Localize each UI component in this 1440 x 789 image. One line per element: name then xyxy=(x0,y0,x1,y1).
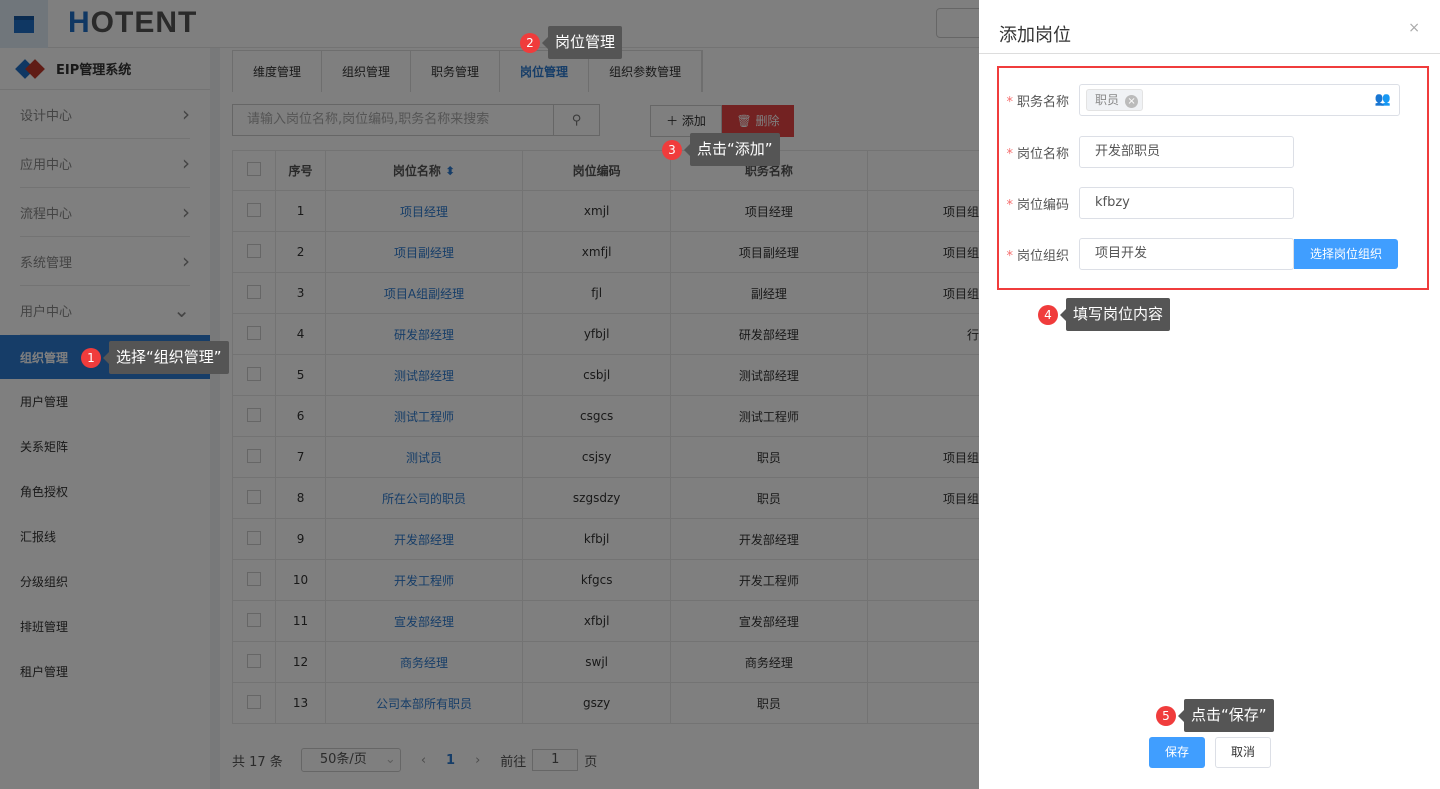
callout-text: 岗位管理 xyxy=(541,26,623,59)
callout-4: 4 填写岗位内容 xyxy=(1038,298,1171,331)
callout-3: 3 点击“添加” xyxy=(662,133,780,166)
callout-1: 1 选择“组织管理” xyxy=(81,341,229,374)
job-tag-label: 职员 xyxy=(1095,93,1120,107)
job-title-input[interactable]: 职员 × 👥 xyxy=(1079,84,1400,116)
close-icon[interactable]: × xyxy=(1408,20,1420,36)
callout-number: 4 xyxy=(1038,304,1058,325)
field-label: 岗位编码 xyxy=(1016,197,1069,213)
modal-overlay[interactable] xyxy=(0,0,979,789)
drawer-title: 添加岗位 xyxy=(999,25,1071,46)
field-position-code: * 岗位编码 kfbzy xyxy=(999,187,1294,219)
field-label: 职务名称 xyxy=(1016,94,1069,110)
field-label: 岗位组织 xyxy=(1016,248,1069,264)
callout-number: 5 xyxy=(1156,705,1176,726)
job-tag: 职员 × xyxy=(1086,89,1144,111)
callout-text: 点击“添加” xyxy=(684,133,780,166)
callout-text: 点击“保存” xyxy=(1178,699,1274,732)
callout-2: 2 岗位管理 xyxy=(520,26,623,59)
field-position-org: * 岗位组织 项目开发 选择岗位组织 xyxy=(999,238,1398,270)
field-position-name: * 岗位名称 开发部职员 xyxy=(999,136,1294,168)
position-code-input[interactable]: kfbzy xyxy=(1079,187,1294,219)
field-job-title: * 职务名称 职员 × 👥 xyxy=(999,84,1400,116)
callout-text: 选择“组织管理” xyxy=(103,341,229,374)
position-name-input[interactable]: 开发部职员 xyxy=(1079,136,1294,168)
select-org-button[interactable]: 选择岗位组织 xyxy=(1294,239,1398,269)
callout-number: 1 xyxy=(81,347,101,368)
save-button[interactable]: 保存 xyxy=(1149,737,1205,768)
divider xyxy=(979,53,1440,54)
callout-5: 5 点击“保存” xyxy=(1156,699,1274,732)
callout-number: 3 xyxy=(662,139,682,160)
add-position-drawer: 添加岗位 × * 职务名称 职员 × 👥 * 岗位名称 开发部职员 * 岗位编码 kfbz… xyxy=(979,0,1440,789)
position-org-input[interactable]: 项目开发 xyxy=(1079,238,1294,270)
users-icon[interactable]: 👥 xyxy=(1375,85,1391,115)
field-label: 岗位名称 xyxy=(1016,146,1069,162)
cancel-button[interactable]: 取消 xyxy=(1215,737,1271,768)
callout-number: 2 xyxy=(520,32,540,53)
callout-text: 填写岗位内容 xyxy=(1059,298,1171,331)
tag-remove-icon[interactable]: × xyxy=(1125,95,1139,108)
